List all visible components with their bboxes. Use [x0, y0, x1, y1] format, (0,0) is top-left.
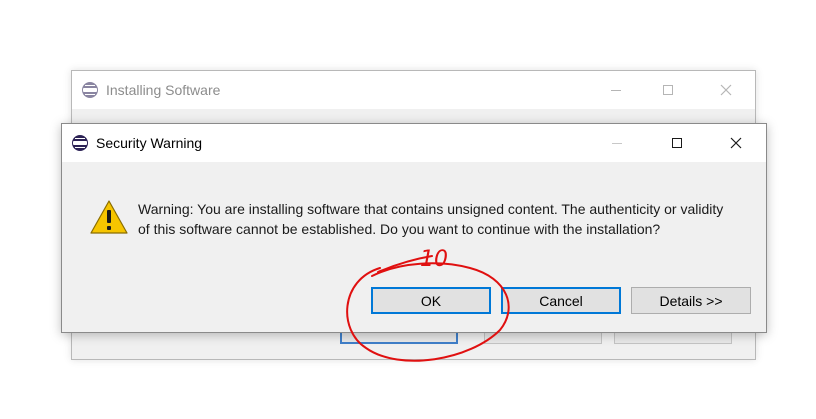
close-icon [720, 84, 732, 96]
close-icon [730, 137, 742, 149]
dialog-title: Security Warning [96, 135, 203, 151]
ok-button[interactable]: OK [371, 287, 491, 314]
details-button[interactable]: Details >> [631, 287, 751, 314]
eclipse-icon [72, 135, 88, 151]
close-button[interactable] [713, 124, 759, 162]
maximize-button[interactable] [645, 71, 691, 109]
installing-software-title: Installing Software [106, 82, 221, 98]
maximize-button[interactable] [654, 124, 700, 162]
close-button[interactable] [703, 71, 749, 109]
warning-icon [90, 200, 128, 234]
maximize-icon [672, 138, 682, 148]
minimize-button[interactable] [593, 71, 639, 109]
cancel-button[interactable]: Cancel [501, 287, 621, 314]
eclipse-icon [82, 82, 98, 98]
warning-message: Warning: You are installing software tha… [138, 201, 724, 237]
minimize-button[interactable] [594, 124, 640, 162]
maximize-icon [663, 85, 673, 95]
installing-software-titlebar: Installing Software [72, 71, 755, 109]
security-warning-titlebar: Security Warning [62, 124, 766, 162]
minimize-icon [612, 142, 622, 144]
minimize-icon [611, 89, 621, 91]
security-warning-dialog: Security Warning Warning: You are instal… [61, 123, 767, 333]
